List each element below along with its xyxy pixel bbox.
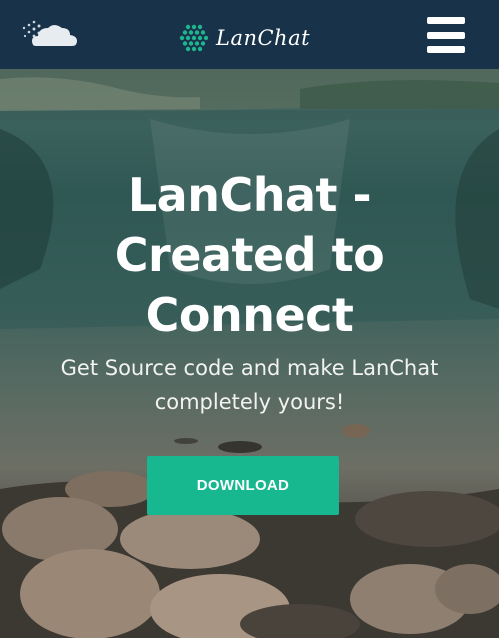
hero-title-line: LanChat - (127, 168, 372, 222)
navbar: LanChat (0, 0, 499, 69)
hero-title: LanChat - Created to Connect (0, 165, 499, 345)
hero-subtitle-line: completely yours! (154, 390, 345, 414)
download-button[interactable]: DOWNLOAD (147, 456, 339, 515)
hero-title-line: Connect (145, 288, 354, 342)
hero-subtitle: Get Source code and make LanChat complet… (40, 351, 459, 419)
hero-section: LanChat - Created to Connect Get Source … (0, 69, 499, 638)
hero-subtitle-line: Get Source code and make LanChat (60, 356, 439, 380)
logo[interactable]: LanChat (176, 22, 310, 54)
hex-dots-icon (179, 24, 209, 52)
menu-bar (427, 46, 465, 53)
logo-text: LanChat (216, 26, 311, 50)
menu-bar (427, 31, 465, 39)
hamburger-menu-icon[interactable] (427, 17, 465, 53)
hero-title-line: Created to (114, 228, 385, 282)
menu-bar (427, 17, 465, 24)
cloud-icon[interactable] (20, 16, 80, 52)
